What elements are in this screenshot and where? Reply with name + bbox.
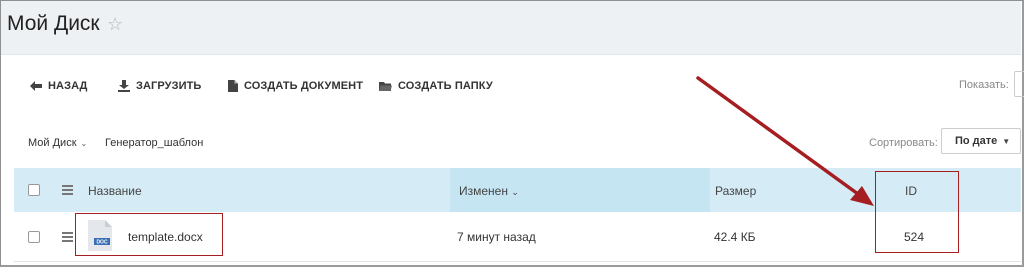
show-select[interactable] — [1014, 71, 1024, 97]
chevron-down-icon: ⌄ — [80, 139, 88, 148]
show-label: Показать: — [959, 79, 1009, 91]
create-document-button[interactable]: СОЗДАТЬ ДОКУМЕНТ — [228, 78, 363, 94]
breadcrumb-item-my-disk[interactable]: Мой Диск ⌄ — [28, 137, 87, 149]
column-header-changed-label: Изменен — [459, 184, 508, 198]
folder-icon — [379, 81, 392, 91]
menu-icon[interactable] — [62, 185, 73, 197]
column-header-changed[interactable]: Изменен ⌄ — [459, 184, 519, 198]
annotation-highlight-filename — [75, 213, 223, 256]
file-size: 42.4 КБ — [714, 230, 756, 244]
back-button-label: НАЗАД — [48, 80, 88, 92]
column-header-size[interactable]: Размер — [715, 184, 756, 198]
document-icon — [228, 80, 238, 92]
table-header: Название Изменен ⌄ Размер ID — [14, 168, 1021, 212]
sort-label: Сортировать: — [869, 137, 938, 149]
row-checkbox[interactable] — [28, 231, 40, 243]
sort-dropdown[interactable]: По дате ▼ — [941, 128, 1021, 154]
sort-value: По дате — [955, 135, 998, 147]
breadcrumb-label: Мой Диск — [28, 137, 77, 149]
file-changed: 7 минут назад — [457, 230, 536, 244]
back-arrow-icon — [30, 81, 42, 91]
page-title: Мой Диск — [7, 12, 100, 35]
title-bar: Мой Диск ☆ — [1, 1, 1021, 55]
upload-button-label: ЗАГРУЗИТЬ — [136, 80, 202, 92]
toolbar: НАЗАД ЗАГРУЗИТЬ СОЗДАТЬ ДОКУМЕНТ СОЗДАТЬ… — [1, 56, 1024, 116]
menu-icon[interactable] — [62, 232, 73, 244]
breadcrumb: Мой Диск ⌄ Генератор_шаблон Сортировать: … — [1, 120, 1021, 166]
column-header-name[interactable]: Название — [88, 184, 142, 198]
select-all-checkbox[interactable] — [28, 184, 40, 196]
annotation-highlight-id — [875, 171, 959, 253]
create-folder-label: СОЗДАТЬ ПАПКУ — [398, 80, 493, 92]
create-folder-button[interactable]: СОЗДАТЬ ПАПКУ — [379, 78, 493, 94]
breadcrumb-item-generator[interactable]: Генератор_шаблон — [105, 137, 203, 149]
upload-button[interactable]: ЗАГРУЗИТЬ — [118, 78, 201, 94]
chevron-down-icon: ⌄ — [511, 187, 519, 197]
star-icon[interactable]: ☆ — [107, 14, 123, 35]
back-button[interactable]: НАЗАД — [30, 78, 87, 94]
upload-icon — [118, 80, 130, 92]
create-document-label: СОЗДАТЬ ДОКУМЕНТ — [244, 80, 364, 92]
chevron-down-icon: ▼ — [1002, 137, 1011, 146]
